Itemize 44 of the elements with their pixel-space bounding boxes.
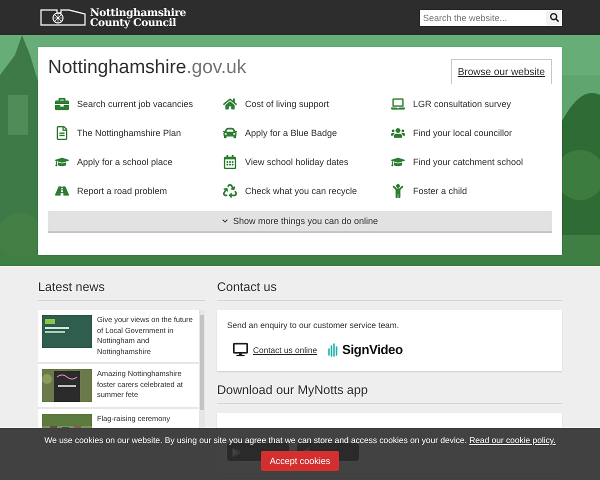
quick-link[interactable]: Search current job vacancies <box>54 95 222 113</box>
accept-cookies-button[interactable]: Accept cookies <box>260 451 340 471</box>
quick-link[interactable]: The Nottinghamshire Plan <box>54 124 222 142</box>
calendar-icon <box>222 155 238 169</box>
quick-link[interactable]: Find your catchment school <box>390 153 552 171</box>
site-title: Nottinghamshire.gov.uk <box>48 57 246 79</box>
house-icon <box>222 97 238 111</box>
people-icon <box>390 126 406 140</box>
search-field[interactable]: Search the website... <box>420 10 562 26</box>
laptop-icon <box>390 97 406 111</box>
car-icon <box>222 126 238 140</box>
quick-link[interactable]: Find your local councillor <box>390 124 552 142</box>
quick-link[interactable]: Cost of living support <box>222 95 390 113</box>
contact-text: Send an enquiry to our customer service team. <box>227 320 400 330</box>
quick-link[interactable]: Apply for a school place <box>54 153 222 171</box>
contact-link[interactable]: Contact us online <box>233 342 318 357</box>
graduation-cap-icon <box>390 155 406 169</box>
search-button[interactable] <box>546 10 562 26</box>
graduation-cap-icon <box>54 155 70 169</box>
quick-link[interactable]: Check what you can recycle <box>222 182 390 200</box>
quick-link[interactable]: Foster a child <box>390 182 552 200</box>
briefcase-icon <box>54 97 70 111</box>
quick-link[interactable]: Report a road problem <box>54 182 222 200</box>
search-icon <box>550 13 558 22</box>
road-icon <box>54 184 70 198</box>
section-heading: Latest news <box>38 280 205 301</box>
hand-icon <box>327 342 340 356</box>
monitor-icon <box>233 342 248 357</box>
quick-link[interactable]: Apply for a Blue Badge <box>222 124 390 142</box>
browse-tab[interactable]: Browse our website <box>450 59 552 84</box>
cookie-policy-link[interactable]: Read our cookie policy. <box>469 435 556 445</box>
quick-link[interactable]: LGR consultation survey <box>390 95 552 113</box>
chevron-down-icon <box>222 218 228 224</box>
recycle-icon <box>222 184 238 198</box>
logo-text: Nottinghamshire County Council <box>90 8 186 28</box>
logo-icon <box>40 9 86 26</box>
cookie-text: We use cookies on our website. By using our site you agree that we can store and access cookies on your device. Read our cookie policy. <box>44 435 556 445</box>
child-icon <box>390 184 406 198</box>
section-heading: Download our MyNotts app <box>217 383 562 404</box>
section-heading: Contact us <box>217 280 562 301</box>
quick-link[interactable]: View school holiday dates <box>222 153 390 171</box>
signvideo-link[interactable]: SignVideo <box>342 342 403 357</box>
document-icon <box>54 126 70 140</box>
show-more-button[interactable]: Show more things you can do online <box>48 211 552 233</box>
